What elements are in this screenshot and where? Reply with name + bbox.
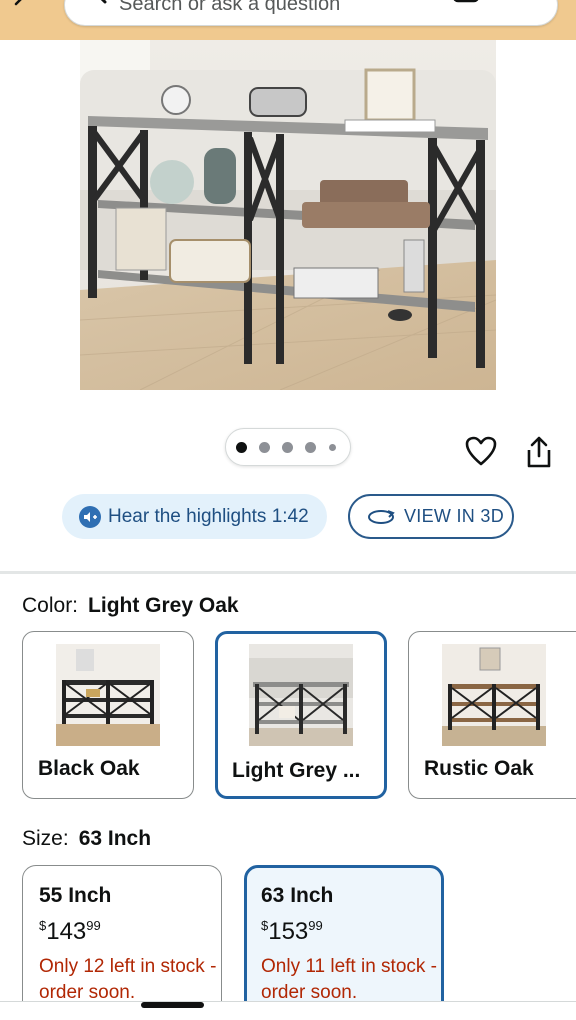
black-oak-thumbnail xyxy=(56,644,160,746)
size-option-price: $14399 xyxy=(39,918,221,946)
carousel-dot[interactable] xyxy=(259,442,270,453)
rustic-oak-thumbnail xyxy=(442,644,546,746)
size-option-63-inch[interactable]: 63 Inch $15399 Only 11 left in stock - o… xyxy=(244,865,444,1015)
hear-highlights-button[interactable]: Hear the highlights 1:42 xyxy=(62,494,327,539)
color-option-label: Black Oak xyxy=(38,757,140,780)
hear-highlights-label: Hear the highlights 1:42 xyxy=(108,505,309,527)
color-option-light-grey-oak[interactable]: Light Grey ... xyxy=(215,631,387,799)
size-option-label: 63 Inch xyxy=(261,884,334,907)
light-grey-oak-thumbnail xyxy=(249,644,353,746)
carousel-dot[interactable] xyxy=(305,442,316,453)
stock-warning: Only 11 left in stock - order soon. xyxy=(261,956,437,1003)
search-input[interactable]: Search or ask a question xyxy=(119,0,340,16)
color-label: Color: xyxy=(22,594,79,617)
size-option-label: 55 Inch xyxy=(39,884,112,907)
color-option-black-oak[interactable]: Black Oak xyxy=(22,631,194,799)
selected-size-value: 63 Inch xyxy=(78,827,152,850)
home-indicator xyxy=(141,1002,204,1008)
price-cents: 99 xyxy=(308,918,323,933)
search-bar[interactable]: Search or ask a question xyxy=(64,0,558,26)
size-selection-heading: Size: 63 Inch xyxy=(22,827,151,851)
microphone-icon[interactable] xyxy=(513,0,543,9)
selected-color-value: Light Grey Oak xyxy=(88,594,239,617)
back-arrow-icon[interactable] xyxy=(10,0,34,16)
section-divider xyxy=(0,571,576,574)
top-bar: Search or ask a question xyxy=(0,0,576,40)
bottom-toolbar xyxy=(0,1001,576,1020)
color-option-label: Light Grey ... xyxy=(232,759,361,782)
wishlist-heart-icon[interactable] xyxy=(465,436,497,466)
rotate-3d-icon xyxy=(368,509,395,524)
color-selection-heading: Color: Light Grey Oak xyxy=(22,594,239,618)
carousel-dot[interactable] xyxy=(236,442,247,453)
color-option-label: Rustic Oak xyxy=(424,757,534,780)
camera-icon[interactable] xyxy=(451,0,481,9)
product-image[interactable] xyxy=(80,40,496,390)
size-option-55-inch[interactable]: 55 Inch $14399 Only 12 left in stock - o… xyxy=(22,865,222,1015)
audio-highlights-icon xyxy=(79,505,101,528)
carousel-dot[interactable] xyxy=(329,444,336,451)
price-cents: 99 xyxy=(86,918,101,933)
size-option-price: $15399 xyxy=(261,918,441,946)
search-icon xyxy=(100,0,107,4)
share-icon[interactable] xyxy=(524,436,554,470)
image-carousel-indicator[interactable] xyxy=(225,428,351,466)
size-label: Size: xyxy=(22,827,69,850)
price-dollars: 143 xyxy=(46,918,87,945)
view-in-3d-button[interactable]: VIEW IN 3D xyxy=(348,494,514,539)
color-option-rustic-oak[interactable]: Rustic Oak xyxy=(408,631,576,799)
price-dollars: 153 xyxy=(268,918,309,945)
view-in-3d-label: VIEW IN 3D xyxy=(404,506,505,526)
stock-warning: Only 12 left in stock - order soon. xyxy=(39,956,217,1003)
carousel-dot[interactable] xyxy=(282,442,293,453)
